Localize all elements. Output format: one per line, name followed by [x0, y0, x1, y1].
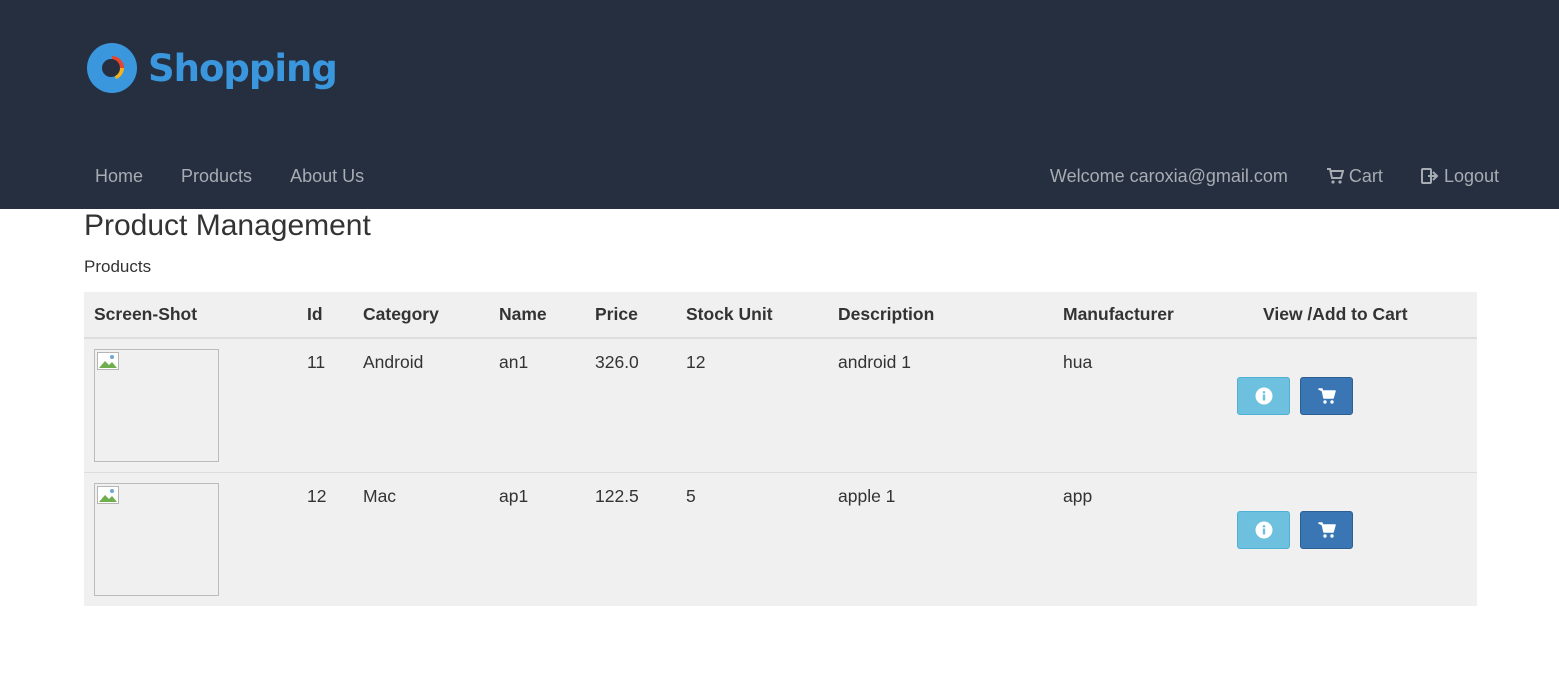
table-row: 11 Android an1 326.0 12 android 1 hua: [84, 337, 1477, 472]
view-product-button[interactable]: [1237, 510, 1290, 549]
brand-name: Shopping: [148, 46, 338, 90]
nav-about-us[interactable]: About Us: [271, 160, 383, 192]
product-image[interactable]: [94, 482, 219, 596]
cart-icon: [1317, 388, 1336, 404]
logout-label: Logout: [1443, 165, 1499, 186]
page-title: Product Management: [84, 209, 371, 242]
cart-label: Cart: [1348, 165, 1383, 186]
cell-category: Android: [353, 337, 489, 472]
col-manufacturer: Manufacturer: [1053, 292, 1240, 339]
products-table: Screen-Shot Id Category Name Price Stock…: [84, 292, 1477, 606]
col-price: Price: [585, 292, 676, 339]
col-id: Id: [297, 292, 353, 339]
add-to-cart-button[interactable]: [1300, 377, 1353, 415]
cell-name: ap1: [489, 471, 585, 606]
product-image[interactable]: [94, 349, 219, 462]
col-name: Name: [489, 292, 585, 339]
cell-description: android 1: [828, 337, 1053, 472]
broken-image-icon: [97, 352, 119, 370]
cell-stock-unit: 5: [676, 471, 828, 606]
page-subtitle: Products: [84, 257, 152, 276]
cell-actions: [1237, 471, 1477, 606]
cell-manufacturer: hua: [1053, 337, 1240, 472]
logout-link[interactable]: Logout: [1402, 160, 1518, 192]
info-icon: [1255, 521, 1272, 538]
col-stock-unit: Stock Unit: [676, 292, 828, 339]
add-to-cart-button[interactable]: [1300, 510, 1353, 549]
welcome-link[interactable]: Welcome caroxia@gmail.com: [1031, 160, 1307, 192]
cart-icon: [1326, 168, 1344, 184]
col-view-add-to-cart: View /Add to Cart: [1240, 292, 1477, 339]
logout-icon: [1420, 168, 1439, 184]
cell-stock-unit: 12: [676, 337, 828, 472]
nav-home[interactable]: Home: [76, 160, 162, 192]
main-content: Product Management Products Screen-Shot …: [84, 209, 1477, 606]
cell-name: an1: [489, 337, 585, 472]
cell-id: 12: [297, 471, 353, 606]
header: Shopping Home Products About Us Welcome …: [0, 0, 1559, 209]
cart-icon: [1317, 521, 1336, 538]
col-description: Description: [828, 292, 1053, 339]
cell-manufacturer: app: [1053, 471, 1240, 606]
cell-price: 326.0: [585, 337, 676, 472]
view-product-button[interactable]: [1237, 377, 1290, 415]
welcome-text: Welcome caroxia@gmail.com: [1049, 165, 1288, 186]
logo-icon: [87, 43, 137, 93]
cell-id: 11: [297, 337, 353, 472]
table-row: 12 Mac ap1 122.5 5 apple 1 app: [84, 471, 1477, 606]
nav-products[interactable]: Products: [162, 160, 271, 192]
table-header-row: Screen-Shot Id Category Name Price Stock…: [84, 292, 1477, 339]
screenshot-cell: [84, 337, 297, 472]
cell-price: 122.5: [585, 471, 676, 606]
cell-actions: [1237, 337, 1477, 472]
cart-link[interactable]: Cart: [1307, 160, 1402, 192]
user-nav: Welcome caroxia@gmail.com Cart Logout: [1031, 160, 1518, 192]
col-category: Category: [353, 292, 489, 339]
cell-category: Mac: [353, 471, 489, 606]
col-screenshot: Screen-Shot: [84, 292, 297, 339]
screenshot-cell: [84, 471, 297, 606]
broken-image-icon: [97, 485, 119, 504]
cell-description: apple 1: [828, 471, 1053, 606]
brand-logo[interactable]: Shopping: [86, 42, 338, 94]
main-nav: Home Products About Us: [76, 160, 383, 192]
info-icon: [1255, 387, 1272, 405]
